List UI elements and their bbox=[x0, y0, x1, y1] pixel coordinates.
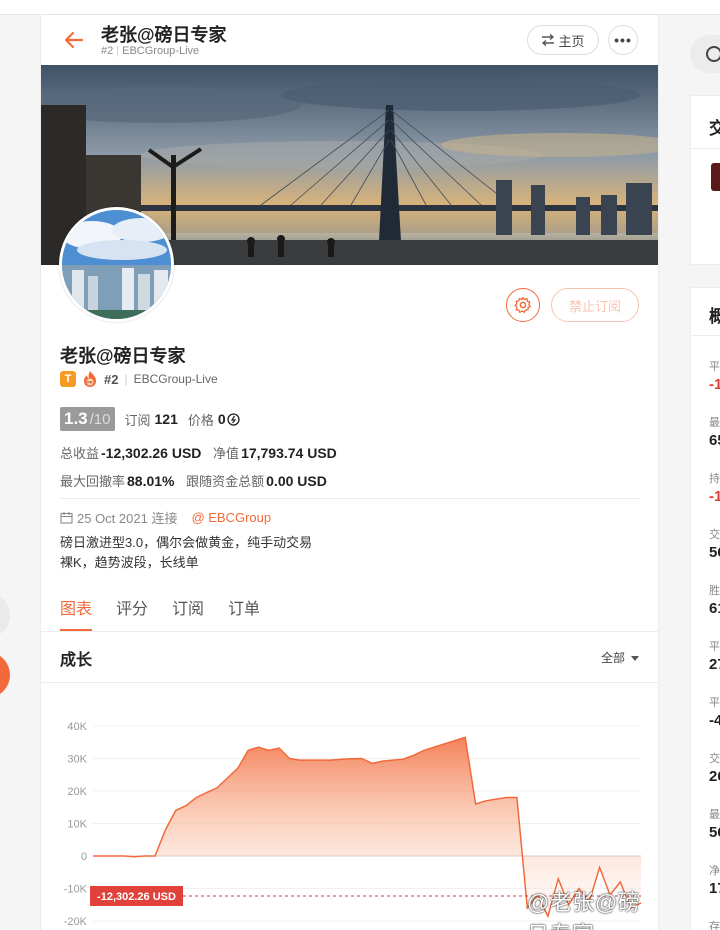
net-value-label: 净值 bbox=[213, 446, 240, 461]
settings-button[interactable] bbox=[506, 288, 540, 322]
header-title: 老张@磅日专家 bbox=[101, 25, 227, 45]
bio-line: 裸K，趋势波段，长线单 bbox=[60, 555, 199, 570]
rating-max: /10 bbox=[89, 410, 111, 428]
profit-row: 总收益 -12,302.26 USD 净值 17,793.74 USD bbox=[60, 443, 345, 462]
overview-label: 最 bbox=[709, 809, 720, 821]
gear-icon bbox=[514, 296, 531, 313]
overview-label: 平 bbox=[709, 361, 720, 373]
profile-tabs: 图表 评分 订阅 订单 bbox=[60, 595, 260, 631]
header-rank: #2 bbox=[101, 45, 114, 57]
top-bar bbox=[0, 0, 720, 15]
avatar[interactable] bbox=[59, 207, 174, 322]
right-card-title: 交 bbox=[709, 119, 720, 138]
follow-total-label: 跟随资金总额 bbox=[186, 474, 265, 489]
right-trade-card: 交 bbox=[690, 95, 720, 265]
growth-title: 成长 bbox=[60, 652, 93, 669]
overview-label: 平 bbox=[709, 697, 720, 709]
overview-label: 净 bbox=[709, 865, 720, 877]
left-action-button[interactable] bbox=[0, 652, 10, 698]
subscribe-label: 订阅 bbox=[124, 412, 151, 428]
overview-label: 交 bbox=[709, 753, 720, 765]
y-tick-label: -20K bbox=[64, 916, 88, 928]
y-tick-label: -10K bbox=[64, 884, 88, 896]
broker-logo bbox=[711, 163, 720, 191]
trader-badge: T bbox=[60, 371, 76, 387]
overview-label: 胜 bbox=[709, 585, 720, 597]
max-drawdown-label: 最大回撤率 bbox=[60, 474, 126, 489]
overview-value: 65 bbox=[709, 432, 720, 449]
tab-rating[interactable]: 评分 bbox=[116, 595, 148, 631]
overview-value: -1 bbox=[709, 376, 720, 393]
home-button[interactable]: 主页 bbox=[527, 25, 599, 55]
overview-label: 最 bbox=[709, 417, 720, 429]
tab-chart[interactable]: 图表 bbox=[60, 595, 93, 631]
drawdown-row: 最大回撤率 88.01% 跟随资金总额 0.00 USD bbox=[60, 471, 335, 490]
watermark-text: @老张@磅日专家 bbox=[527, 890, 641, 930]
back-arrow-icon[interactable] bbox=[63, 29, 85, 51]
y-tick-label: 10K bbox=[67, 819, 87, 831]
svg-text:PK: PK bbox=[87, 380, 93, 385]
profile-name: 老张@磅日专家 bbox=[60, 346, 186, 366]
tab-orders[interactable]: 订单 bbox=[228, 595, 260, 631]
avatar-photo bbox=[62, 210, 171, 319]
joined-date: 25 Oct 2021 连接 bbox=[77, 511, 178, 526]
max-drawdown-value: 88.01% bbox=[127, 473, 175, 489]
overview-value: -4 bbox=[709, 712, 720, 729]
total-profit-value: -12,302.26 USD bbox=[101, 445, 202, 461]
divider bbox=[41, 631, 658, 632]
overview-label: 交 bbox=[709, 529, 720, 541]
rating-value: 1.3 bbox=[64, 409, 88, 428]
net-value-value: 17,793.74 USD bbox=[241, 445, 337, 461]
home-button-label: 主页 bbox=[558, 33, 585, 49]
profile-rank: #2 bbox=[104, 371, 119, 387]
overview-value: 56 bbox=[709, 544, 720, 561]
current-value-label: -12,302.26 USD bbox=[97, 891, 176, 903]
calendar-icon bbox=[60, 512, 73, 524]
bio-line: 磅日激进型3.0，偶尔会做黄金，纯手动交易 bbox=[60, 535, 313, 550]
overview-label: 存 bbox=[709, 921, 720, 930]
more-button[interactable]: ••• bbox=[608, 25, 638, 55]
y-tick-label: 40K bbox=[67, 721, 87, 733]
y-tick-label: 20K bbox=[67, 786, 87, 798]
range-select-value: 全部 bbox=[601, 651, 626, 665]
left-panel-edge[interactable] bbox=[0, 592, 10, 638]
overview-value: 56 bbox=[709, 824, 720, 841]
coin-icon bbox=[227, 412, 240, 426]
profile-badges: T PK #2 | EBCGroup-Live bbox=[60, 370, 218, 388]
y-tick-label: 30K bbox=[67, 754, 87, 766]
ban-subscribe-button[interactable]: 禁止订阅 bbox=[551, 288, 639, 322]
header-broker: EBCGroup-Live bbox=[122, 45, 200, 57]
overview-value: 17 bbox=[709, 880, 720, 897]
overview-value: -1 bbox=[709, 488, 720, 505]
overview-label: 持 bbox=[709, 473, 720, 485]
rating-row: 1.3 /10 订阅 121 价格 0 bbox=[60, 407, 240, 431]
price-value: 0 bbox=[217, 411, 226, 427]
follow-total-value: 0.00 USD bbox=[266, 473, 327, 489]
profile-header: 老张@磅日专家 #2 | EBCGroup-Live 主页 ••• bbox=[41, 15, 658, 65]
overview-label: 平 bbox=[709, 641, 720, 653]
overview-value: 26 bbox=[709, 768, 720, 785]
profile-bio: 磅日激进型3.0，偶尔会做黄金，纯手动交易 裸K，趋势波段，长线单 bbox=[60, 533, 312, 573]
rating-badge: 1.3 /10 bbox=[60, 407, 115, 431]
joined-row: 25 Oct 2021 连接 @ EBCGroup bbox=[60, 508, 271, 527]
total-profit-label: 总收益 bbox=[60, 446, 100, 461]
right-card-title: 概 bbox=[709, 307, 720, 326]
y-tick-label: 0 bbox=[81, 851, 87, 863]
overview-value: 61 bbox=[709, 600, 720, 617]
overview-value: 27 bbox=[709, 656, 720, 673]
switch-icon bbox=[542, 34, 555, 46]
profile-card: 老张@磅日专家 #2 | EBCGroup-Live 主页 ••• 禁止订阅 老… bbox=[40, 15, 659, 930]
tab-subscribe[interactable]: 订阅 bbox=[172, 595, 204, 631]
search-icon[interactable] bbox=[706, 46, 720, 62]
right-overview-card: 概 平 -1 最 65 持 -1 交 56 胜 61 平 27 平 -4 交 26 最 56 净 17 存 bbox=[690, 287, 720, 930]
subscribe-count: 121 bbox=[154, 411, 178, 427]
caret-down-icon bbox=[631, 656, 640, 661]
price-label: 价格 bbox=[187, 412, 214, 428]
range-select[interactable]: 全部 bbox=[601, 649, 640, 666]
fire-pk-icon: PK bbox=[84, 371, 96, 387]
profile-broker: EBCGroup-Live bbox=[133, 372, 218, 386]
joined-org-link[interactable]: @ EBCGroup bbox=[191, 510, 271, 525]
header-subtitle: #2 | EBCGroup-Live bbox=[101, 45, 200, 57]
divider bbox=[60, 498, 640, 499]
